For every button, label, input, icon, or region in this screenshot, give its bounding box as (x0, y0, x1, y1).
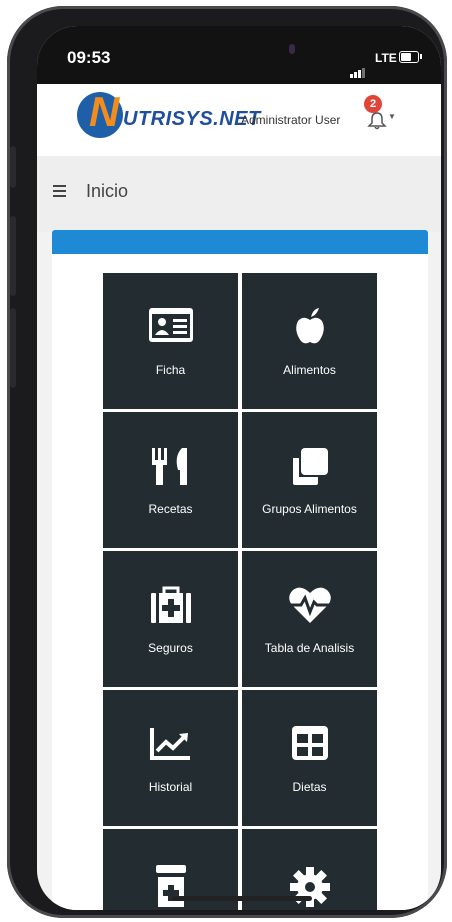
tile-dietas[interactable]: Dietas (242, 690, 377, 826)
tile-seguros[interactable]: Seguros (103, 551, 238, 687)
phone-frame: 09:53 LTE N UTRISYS.NET Administrator Us… (7, 6, 447, 918)
line-chart-icon (149, 728, 190, 760)
heartbeat-icon (288, 587, 331, 623)
clone-icon (292, 448, 328, 485)
mute-switch (10, 146, 16, 188)
id-card-icon (148, 308, 193, 342)
tile-label: Dietas (292, 780, 327, 794)
chevron-down-icon[interactable]: ▼ (388, 112, 396, 121)
tile-ficha[interactable]: Ficha (103, 273, 238, 409)
app-header: N UTRISYS.NET Administrator User 2 ▼ (37, 84, 441, 156)
status-bar: 09:53 LTE (37, 26, 441, 84)
home-indicator[interactable] (172, 896, 312, 901)
table-icon (291, 726, 328, 760)
page-header: Inicio (37, 156, 441, 232)
tile-grupos-alimentos[interactable]: Grupos Alimentos (242, 412, 377, 548)
medkit-icon (150, 586, 191, 623)
tile-label: Ficha (155, 363, 186, 377)
tile-label: Historial (148, 780, 193, 794)
screen: 09:53 LTE N UTRISYS.NET Administrator Us… (37, 26, 441, 910)
bell-icon[interactable] (367, 112, 387, 130)
camera-indicator (289, 44, 295, 54)
card-accent-bar (52, 230, 428, 254)
page-title: Inicio (86, 181, 129, 201)
network-label: LTE (375, 51, 397, 65)
tile-label: Tabla de Analisis (264, 641, 355, 655)
utensils-icon (151, 448, 187, 485)
apple-icon (295, 308, 324, 344)
tile-label: Seguros (148, 641, 193, 655)
tile-label: Alimentos (283, 363, 336, 377)
logo-letter: N (89, 88, 120, 135)
menu-icon[interactable] (53, 185, 66, 200)
tile-recetas[interactable]: Recetas (103, 412, 238, 548)
notification-badge[interactable]: 2 (364, 95, 382, 113)
signal-icon (350, 60, 366, 78)
battery-icon (399, 51, 419, 63)
user-name[interactable]: Administrator User (241, 113, 340, 127)
menu-card: Ficha Alimentos Recetas Grupos Alimentos… (52, 230, 428, 910)
volume-up-button (10, 216, 16, 296)
battery-tip (420, 54, 422, 59)
tile-label: Recetas (148, 502, 193, 516)
tile-historial[interactable]: Historial (103, 690, 238, 826)
volume-down-button (10, 308, 16, 388)
tile-alimentos[interactable]: Alimentos (242, 273, 377, 409)
tile-label: Grupos Alimentos (262, 502, 357, 516)
status-time: 09:53 (67, 48, 111, 67)
tile-tabla-de-analisis[interactable]: Tabla de Analisis (242, 551, 377, 687)
